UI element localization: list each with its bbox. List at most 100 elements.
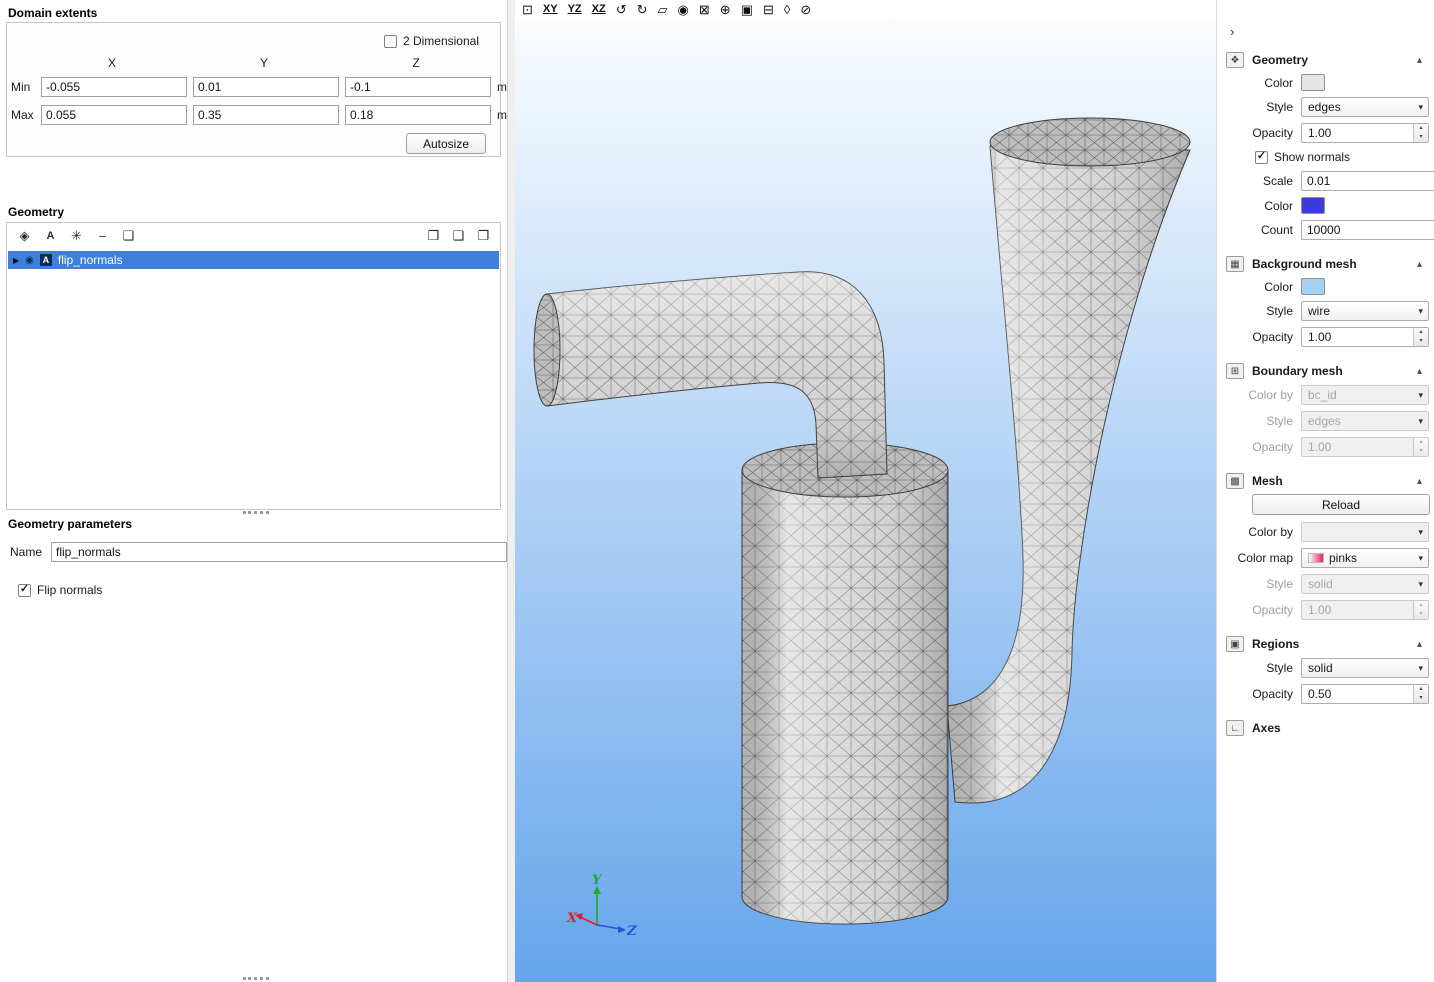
add-box-icon[interactable]: ▣ — [741, 3, 753, 16]
name-input[interactable] — [51, 542, 507, 562]
geometry-group: ◈ A ✳ − ❏ ❒ ❑ ❐ ▶ ◉ A flip_normals — [6, 222, 501, 510]
spin-up-icon[interactable]: ▴ — [1414, 328, 1428, 337]
mesh-opacity-spinbox: 1.00 ▴▾ — [1301, 600, 1429, 620]
collapse-panel-button[interactable]: › — [1230, 24, 1244, 39]
chevron-down-icon: ▾ — [1415, 306, 1426, 317]
screenshot-camera-icon[interactable]: ◉ — [678, 3, 689, 16]
autosize-button[interactable]: Autosize — [406, 133, 486, 154]
show-normals-label: Show normals — [1274, 150, 1350, 164]
view-xz-button[interactable]: XZ — [592, 4, 606, 15]
geometry-color-swatch[interactable] — [1301, 74, 1325, 91]
section-regions-title: Regions — [1252, 637, 1299, 651]
collapse-arrow-icon[interactable]: ▴ — [1417, 259, 1422, 270]
add-geometry-icon[interactable]: ◈ — [13, 227, 36, 246]
section-axes-header[interactable]: ∟ Axes — [1217, 718, 1434, 739]
collapse-arrow-icon[interactable]: ▴ — [1417, 639, 1422, 650]
min-x-input[interactable] — [41, 77, 187, 97]
pinks-colormap-swatch — [1308, 553, 1324, 563]
column-x-label: X — [39, 56, 185, 70]
max-z-input[interactable] — [345, 105, 491, 125]
remove-geometry-icon[interactable]: − — [91, 227, 114, 246]
geometry-item-label: flip_normals — [58, 253, 123, 267]
chevron-down-icon: ▾ — [1415, 416, 1426, 427]
domain-extents-group: ✓ 2 Dimensional X Y Z Min m Max m Autosi… — [6, 22, 501, 157]
geometry-tree-item[interactable]: ▶ ◉ A flip_normals — [8, 251, 499, 269]
collapse-arrow-icon[interactable]: ▴ — [1417, 366, 1422, 377]
normals-count-input[interactable] — [1301, 220, 1434, 240]
name-label: Name — [10, 545, 42, 559]
add-cone-icon[interactable]: ◊ — [784, 3, 790, 16]
viewport-toolbar: ⊡ XY YZ XZ ↺ ↻ ▱ ◉ ⊠ ⊕ ▣ ⊟ ◊ ⊘ — [515, 0, 1216, 19]
add-cylinder-icon[interactable]: ⊟ — [763, 3, 774, 16]
geometry-opacity-spinbox[interactable]: 1.00 ▴▾ — [1301, 123, 1429, 143]
visibility-menu-icon[interactable]: ⊠ — [699, 3, 710, 16]
splitter-handle[interactable] — [243, 511, 269, 514]
section-background-mesh-title: Background mesh — [1252, 257, 1357, 271]
chevron-down-icon: ▾ — [1415, 579, 1426, 590]
show-normals-checkbox[interactable]: ✓ — [1255, 151, 1268, 164]
regions-opacity-row: Opacity 0.50 ▴▾ — [1217, 681, 1434, 707]
add-torus-icon[interactable]: ⊘ — [800, 3, 811, 16]
difference-icon[interactable]: ❐ — [472, 227, 495, 246]
visibility-eye-icon[interactable]: ◉ — [25, 255, 34, 266]
view-yz-button[interactable]: YZ — [568, 4, 582, 15]
background-style-dropdown[interactable]: wire ▾ — [1301, 301, 1429, 321]
background-color-swatch[interactable] — [1301, 278, 1325, 295]
spin-down-icon[interactable]: ▾ — [1414, 694, 1428, 703]
rotate-ccw-icon[interactable]: ↺ — [616, 3, 627, 16]
perspective-icon[interactable]: ▱ — [658, 3, 668, 16]
flip-normals-label: Flip normals — [37, 583, 102, 597]
collapse-arrow-icon[interactable]: ▴ — [1417, 476, 1422, 487]
chevron-down-icon: ▾ — [1415, 663, 1426, 674]
boundary-opacity-row: Opacity 1.00 ▴▾ — [1217, 434, 1434, 460]
reload-mesh-button[interactable]: Reload — [1252, 494, 1430, 515]
expand-arrow-icon[interactable]: ▶ — [13, 256, 19, 265]
reset-view-icon[interactable]: ⊡ — [522, 3, 533, 16]
regions-style-dropdown[interactable]: solid ▾ — [1301, 658, 1429, 678]
background-opacity-spinbox[interactable]: 1.00 ▴▾ — [1301, 327, 1429, 347]
panel-splitter[interactable] — [508, 0, 515, 982]
copy-geometry-icon[interactable]: ❏ — [117, 227, 140, 246]
x-axis-label: X — [566, 911, 578, 926]
spin-down-icon[interactable]: ▾ — [1414, 133, 1428, 142]
geometry-style-dropdown[interactable]: edges ▾ — [1301, 97, 1429, 117]
min-z-input[interactable] — [345, 77, 491, 97]
add-sphere-icon[interactable]: ⊕ — [720, 3, 731, 16]
mesh-color-map-dropdown[interactable]: pinks ▾ — [1301, 548, 1429, 568]
wizard-icon[interactable]: ✳ — [65, 227, 88, 246]
chevron-down-icon: ▾ — [1415, 390, 1426, 401]
section-geometry: ❖ Geometry ▴ Color Style edges ▾ Opacity… — [1217, 50, 1434, 243]
min-y-input[interactable] — [193, 77, 339, 97]
3d-canvas[interactable]: Y X Z — [515, 0, 1216, 982]
view-xy-button[interactable]: XY — [543, 4, 558, 15]
boundary-mesh-section-icon: ⊞ — [1226, 363, 1244, 379]
regions-opacity-spinbox[interactable]: 0.50 ▴▾ — [1301, 684, 1429, 704]
splitter-handle-bottom[interactable] — [243, 977, 269, 980]
domain-extents-title: Domain extents — [8, 6, 97, 20]
section-regions-header[interactable]: ▣ Regions ▴ — [1217, 634, 1434, 655]
chevron-down-icon: ▾ — [1415, 527, 1426, 538]
3d-viewport[interactable]: ⊡ XY YZ XZ ↺ ↻ ▱ ◉ ⊠ ⊕ ▣ ⊟ ◊ ⊘ — [515, 0, 1216, 982]
normals-color-swatch[interactable] — [1301, 197, 1325, 214]
union-icon[interactable]: ❒ — [422, 227, 445, 246]
section-geometry-header[interactable]: ❖ Geometry ▴ — [1217, 50, 1434, 71]
two-dimensional-checkbox[interactable]: ✓ — [384, 35, 397, 48]
normals-scale-input[interactable] — [1301, 171, 1434, 191]
mesh-cylinder — [742, 443, 948, 924]
background-mesh-section-icon: ▦ — [1226, 256, 1244, 272]
spin-up-icon[interactable]: ▴ — [1414, 124, 1428, 133]
max-y-input[interactable] — [193, 105, 339, 125]
collapse-arrow-icon[interactable]: ▴ — [1417, 55, 1422, 66]
spin-down-icon[interactable]: ▾ — [1414, 337, 1428, 346]
section-boundary-mesh-header[interactable]: ⊞ Boundary mesh ▴ — [1217, 361, 1434, 382]
spin-up-icon[interactable]: ▴ — [1414, 685, 1428, 694]
geometry-style-row: Style edges ▾ — [1217, 94, 1434, 120]
intersect-icon[interactable]: ❑ — [447, 227, 470, 246]
rotate-cw-icon[interactable]: ↻ — [637, 3, 648, 16]
geometry-tree[interactable]: ▶ ◉ A flip_normals — [8, 251, 499, 508]
add-filter-icon[interactable]: A — [39, 227, 62, 246]
section-background-mesh-header[interactable]: ▦ Background mesh ▴ — [1217, 254, 1434, 275]
flip-normals-checkbox[interactable]: ✓ — [18, 584, 31, 597]
max-x-input[interactable] — [41, 105, 187, 125]
section-mesh-header[interactable]: ▩ Mesh ▴ — [1217, 471, 1434, 492]
